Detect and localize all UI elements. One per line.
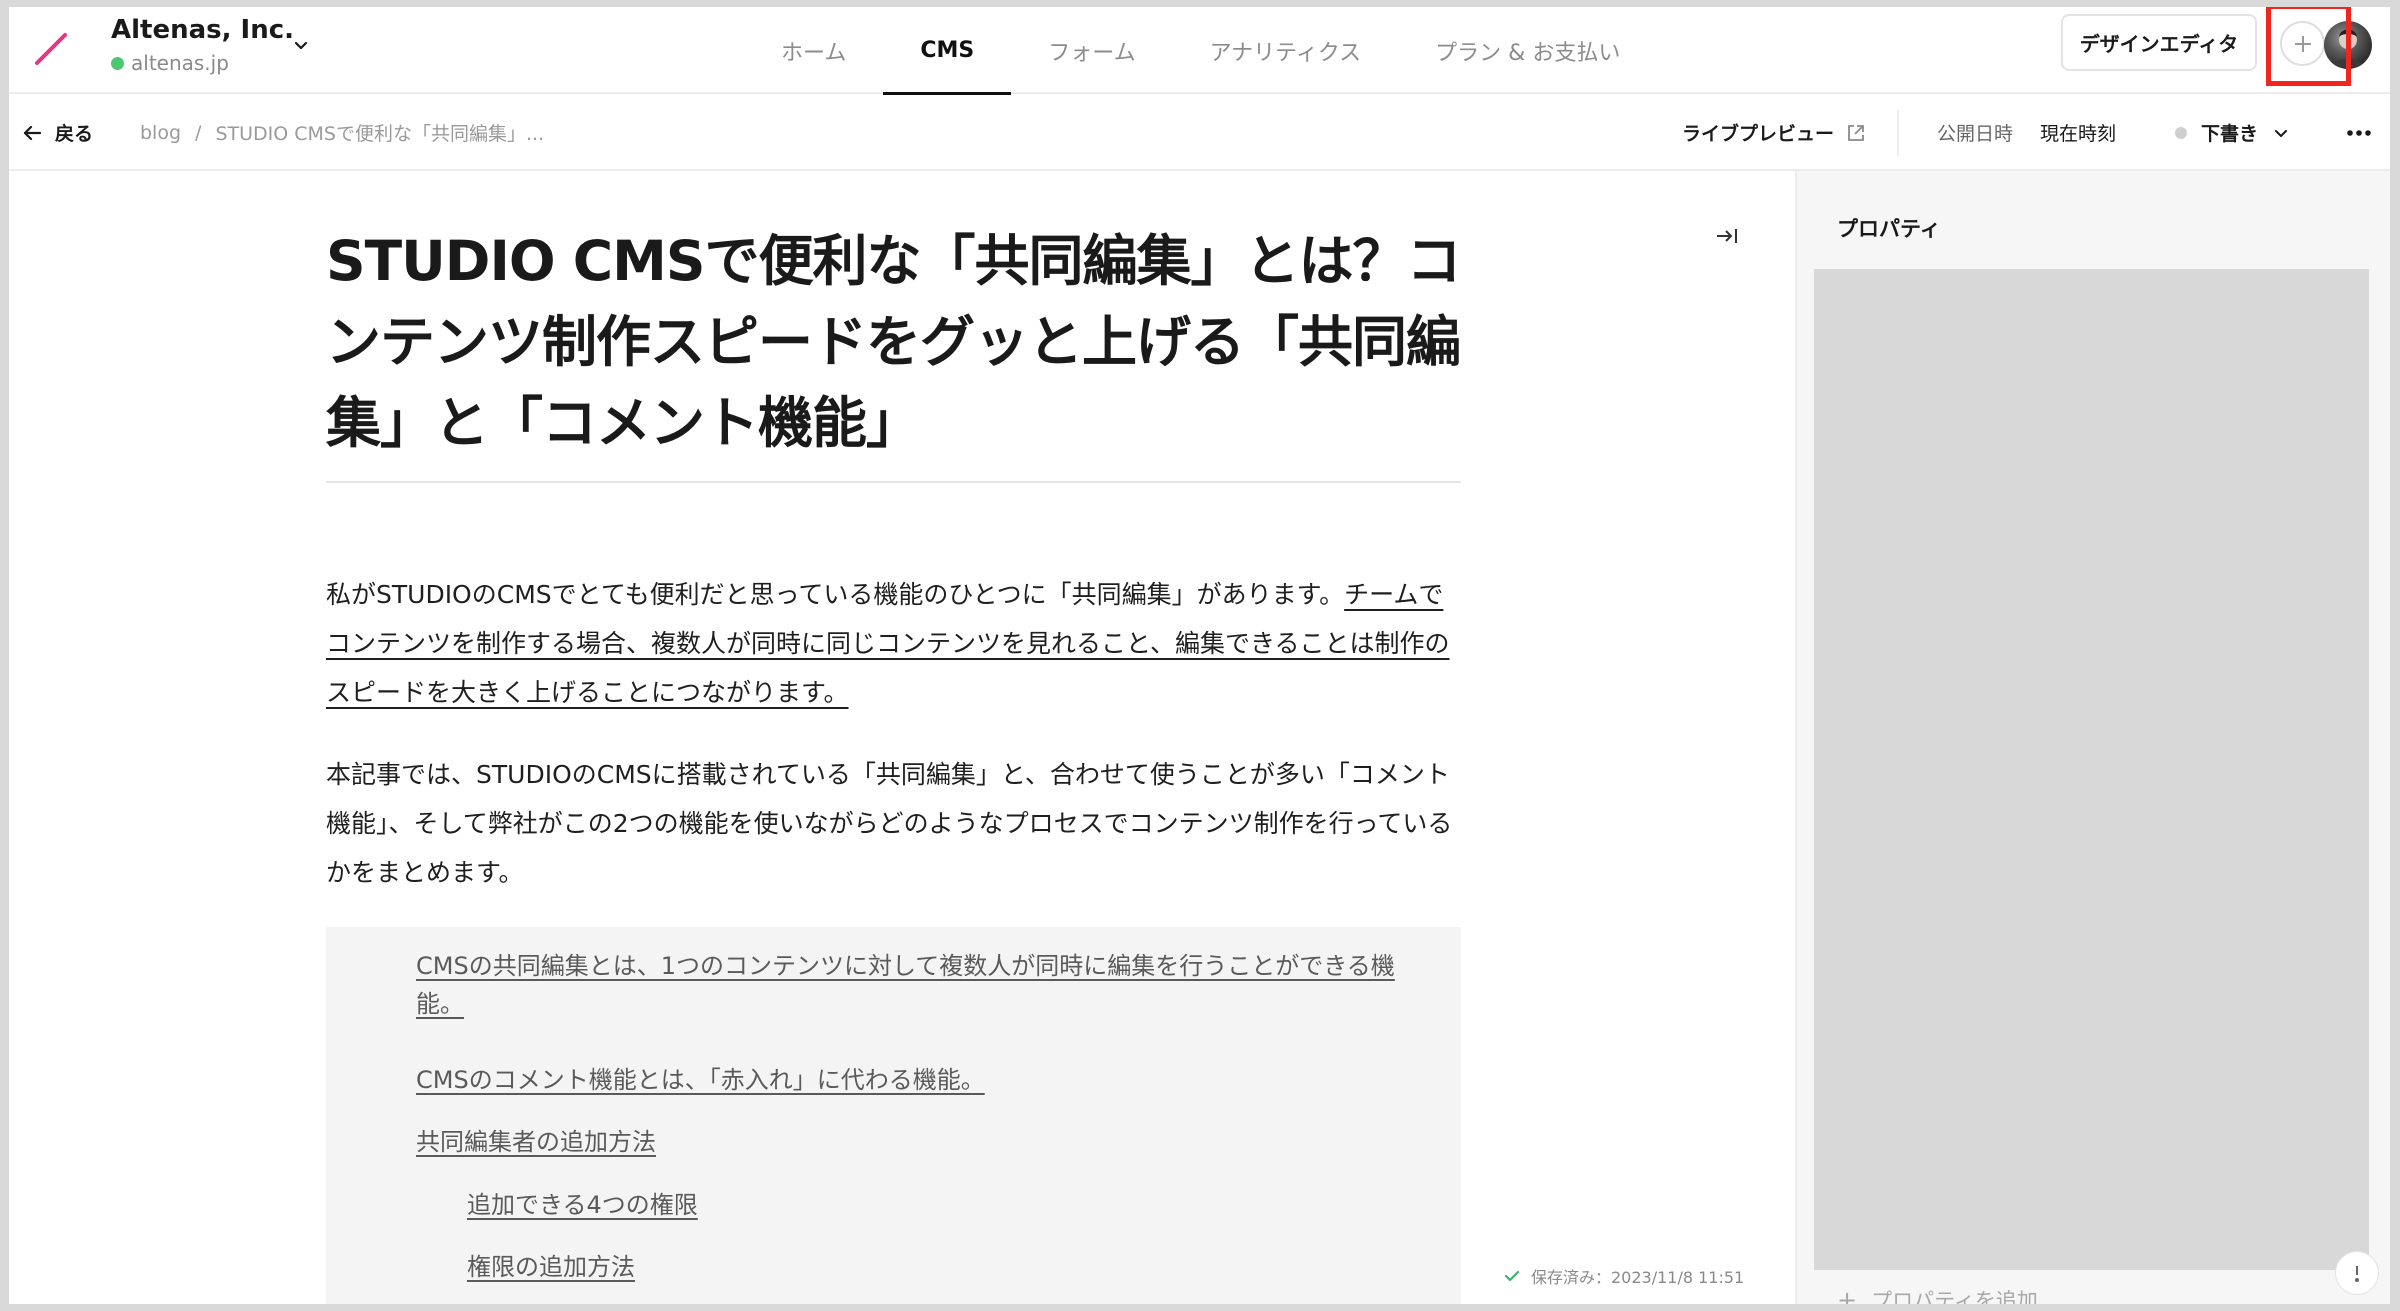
- plus-icon: +: [1837, 1286, 1858, 1304]
- article-editor: STUDIO CMSで便利な「共同編集」とは？コンテンツ制作スピードをグッと上げ…: [9, 171, 1795, 1304]
- editor-toolbar: 戻る blog / STUDIO CMSで便利な「共同編集」... ライブプレビ…: [9, 94, 2390, 171]
- breadcrumb: blog / STUDIO CMSで便利な「共同編集」...: [140, 94, 544, 171]
- workspace-domain: altenas.jp: [111, 51, 229, 75]
- collapse-panel-icon[interactable]: [1712, 221, 1742, 251]
- tab-analytics[interactable]: アナリティクス: [1173, 7, 1399, 94]
- breadcrumb-separator: /: [195, 121, 202, 144]
- properties-panel: プロパティ + プロパティを追加: [1795, 171, 2390, 1304]
- arrow-left-icon: [23, 125, 42, 140]
- properties-title: プロパティ: [1837, 217, 1941, 241]
- toc-item[interactable]: CMSのコメント機能とは、「赤入れ」に代わる機能。: [416, 1061, 985, 1099]
- chevron-down-icon[interactable]: [290, 35, 312, 57]
- check-icon: [1504, 1270, 1520, 1282]
- publish-date-label: 公開日時: [1937, 123, 2014, 145]
- studio-logo-icon[interactable]: [29, 27, 71, 69]
- more-options-button[interactable]: [2339, 94, 2379, 171]
- help-button[interactable]: [2335, 1251, 2379, 1295]
- external-link-icon: [1848, 124, 1864, 141]
- chevron-down-icon: [2275, 129, 2288, 137]
- tab-cms[interactable]: CMS: [883, 7, 1012, 95]
- tab-forms[interactable]: フォーム: [1011, 7, 1172, 94]
- online-status-dot: [111, 56, 124, 70]
- app-window: Altenas, Inc. altenas.jp ホーム CMS フォーム アナ…: [9, 7, 2390, 1304]
- table-of-contents: CMSの共同編集とは、1つのコンテンツに対して複数人が同時に編集を行うことができ…: [326, 927, 1461, 1304]
- status-select[interactable]: 下書き: [2175, 94, 2290, 171]
- save-status: 保存済み：2023/11/8 11:51: [1503, 1264, 1744, 1288]
- workspace-domain-text: altenas.jp: [131, 51, 229, 75]
- status-value: 下書き: [2201, 123, 2259, 145]
- article-paragraph[interactable]: 本記事では、STUDIOのCMSに搭載されている「共同編集」と、合わせて使うこと…: [326, 750, 1466, 897]
- add-property-button[interactable]: + プロパティを追加: [1837, 1285, 2038, 1304]
- back-label: 戻る: [55, 123, 94, 145]
- main-nav: ホーム CMS フォーム アナリティクス プラン & お支払い: [744, 7, 1657, 95]
- highlight-box: [2266, 7, 2351, 86]
- tab-billing[interactable]: プラン & お支払い: [1398, 7, 1657, 94]
- article-paragraph[interactable]: 私がSTUDIOのCMSでとても便利だと思っている機能のひとつに「共同編集」があ…: [326, 570, 1466, 717]
- save-status-text: 保存済み：2023/11/8 11:51: [1531, 1268, 1745, 1287]
- toc-subitem[interactable]: 権限の追加方法: [467, 1248, 635, 1286]
- breadcrumb-collection[interactable]: blog: [140, 122, 181, 144]
- toc-item[interactable]: 共同編集者の追加方法: [416, 1123, 656, 1161]
- live-preview-label: ライブプレビュー: [1682, 123, 1835, 145]
- toolbar-divider: [1897, 110, 1899, 156]
- help-icon: [2355, 1266, 2359, 1282]
- properties-content: [1814, 269, 2369, 1270]
- status-dot: [2175, 126, 2187, 139]
- title-divider: [326, 481, 1461, 483]
- tab-home[interactable]: ホーム: [744, 7, 883, 94]
- add-property-label: プロパティを追加: [1871, 1289, 2038, 1304]
- article-title[interactable]: STUDIO CMSで便利な「共同編集」とは？コンテンツ制作スピードをグッと上げ…: [326, 221, 1464, 464]
- workspace-name[interactable]: Altenas, Inc.: [111, 15, 294, 45]
- ellipsis-icon: [2347, 129, 2371, 136]
- design-editor-button[interactable]: デザインエディタ: [2061, 14, 2257, 71]
- paragraph-text: 私がSTUDIOのCMSでとても便利だと思っている機能のひとつに「共同編集」があ…: [326, 580, 1345, 609]
- toc-subitem[interactable]: 追加できる4つの権限: [467, 1186, 698, 1224]
- toc-item[interactable]: CMSの共同編集とは、1つのコンテンツに対して複数人が同時に編集を行うことができ…: [416, 947, 1406, 1023]
- live-preview-button[interactable]: ライブプレビュー: [1682, 94, 1866, 171]
- publish-date-value[interactable]: 現在時刻: [2040, 94, 2116, 171]
- breadcrumb-current: STUDIO CMSで便利な「共同編集」...: [215, 123, 545, 145]
- back-button[interactable]: 戻る: [21, 94, 93, 171]
- top-bar: Altenas, Inc. altenas.jp ホーム CMS フォーム アナ…: [9, 7, 2390, 95]
